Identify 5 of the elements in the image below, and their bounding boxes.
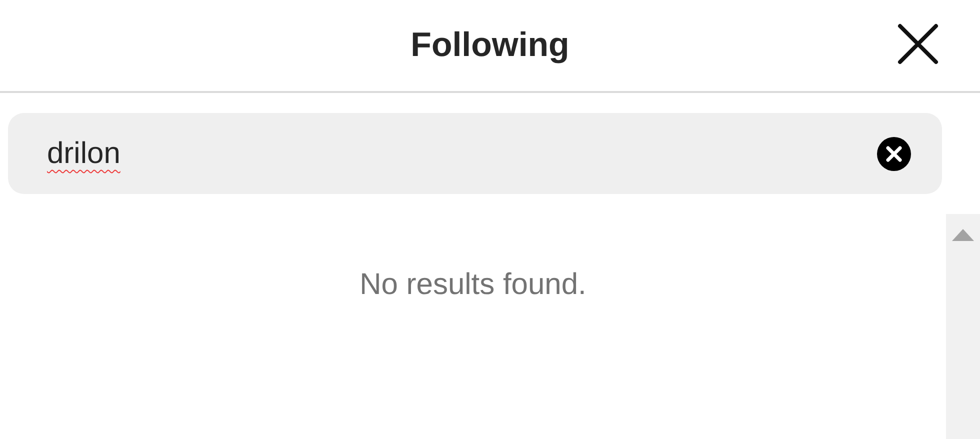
empty-message: No results found. — [360, 267, 586, 303]
search-field[interactable]: drilon — [8, 113, 942, 194]
scrollbar[interactable] — [946, 214, 980, 439]
dialog-title: Following — [410, 25, 570, 66]
clear-icon[interactable] — [876, 136, 912, 172]
